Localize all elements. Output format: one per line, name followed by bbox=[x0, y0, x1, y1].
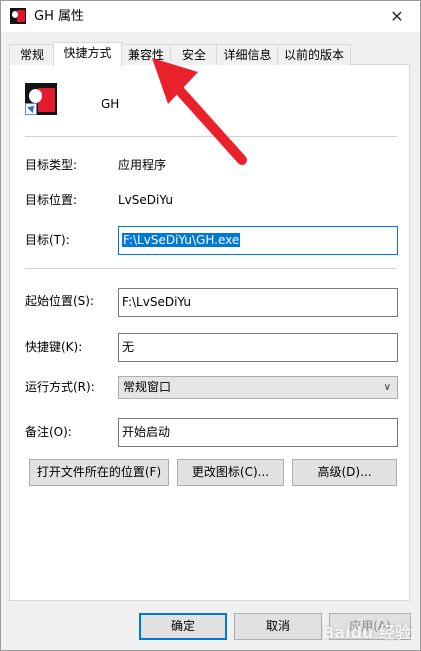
tab-security[interactable]: 安全 bbox=[170, 44, 218, 65]
run-label: 运行方式(R): bbox=[25, 380, 95, 394]
tab-shortcut[interactable]: 快捷方式 bbox=[53, 42, 122, 66]
window-title: GH 属性 bbox=[34, 9, 84, 24]
open-file-location-button[interactable]: 打开文件所在的位置(F) bbox=[29, 459, 169, 486]
target-field[interactable]: F:\LvSeDiYu\GH.exe bbox=[118, 226, 398, 255]
app-icon bbox=[10, 8, 26, 24]
divider bbox=[25, 268, 397, 269]
change-icon-button[interactable]: 更改图标(C)... bbox=[177, 459, 284, 486]
comment-field[interactable]: 开始启动 bbox=[118, 418, 398, 447]
target-location-value: LvSeDiYu bbox=[118, 193, 173, 207]
tab-previous-versions[interactable]: 以前的版本 bbox=[277, 44, 351, 65]
close-icon: ✕ bbox=[390, 7, 404, 26]
comment-label: 备注(O): bbox=[25, 425, 72, 439]
tab-details[interactable]: 详细信息 bbox=[216, 44, 279, 65]
tab-compatibility[interactable]: 兼容性 bbox=[120, 44, 172, 65]
gh-app-icon bbox=[25, 83, 57, 115]
chevron-down-icon: ∨ bbox=[383, 382, 391, 393]
run-select[interactable]: 常规窗口 ∨ bbox=[118, 376, 398, 399]
start-in-label: 起始位置(S): bbox=[25, 294, 95, 308]
title-bar: GH 属性 ✕ bbox=[1, 1, 420, 32]
start-in-field[interactable]: F:\LvSeDiYu bbox=[118, 288, 398, 317]
run-select-value: 常规窗口 bbox=[123, 380, 172, 394]
divider bbox=[25, 136, 397, 137]
properties-window: GH 属性 ✕ 常规 快捷方式 兼容性 安全 详细信息 以前的版本 GH 目标类… bbox=[0, 0, 421, 651]
target-type-value: 应用程序 bbox=[118, 158, 167, 172]
watermark: Baidu 经验 bbox=[322, 623, 411, 642]
target-location-label: 目标位置: bbox=[25, 193, 78, 207]
ok-button[interactable]: 确定 bbox=[139, 613, 227, 640]
cancel-button[interactable]: 取消 bbox=[234, 613, 322, 640]
tab-general[interactable]: 常规 bbox=[9, 44, 55, 65]
hotkey-field[interactable]: 无 bbox=[118, 333, 398, 362]
target-label: 目标(T): bbox=[25, 233, 70, 247]
hotkey-label: 快捷键(K): bbox=[25, 340, 83, 354]
target-type-label: 目标类型: bbox=[25, 158, 78, 172]
close-button[interactable]: ✕ bbox=[374, 1, 420, 32]
target-value: F:\LvSeDiYu\GH.exe bbox=[122, 233, 241, 247]
advanced-button[interactable]: 高级(D)... bbox=[292, 459, 397, 486]
shortcut-name: GH bbox=[101, 97, 120, 111]
